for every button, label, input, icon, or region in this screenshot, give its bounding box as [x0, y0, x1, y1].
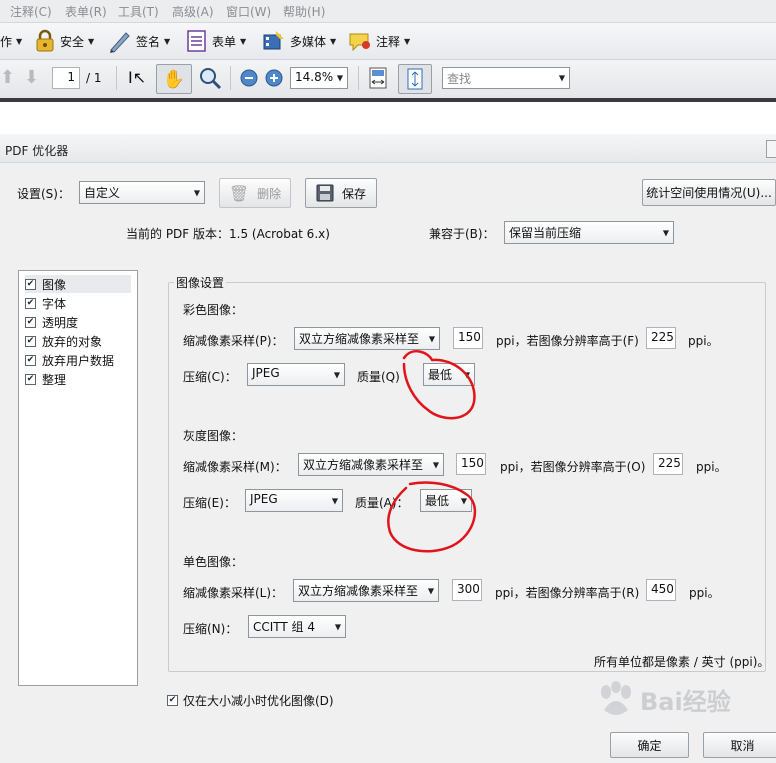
- annotation-overlay: [387, 350, 477, 553]
- red-annotation-circle: [402, 350, 476, 420]
- red-annotation-circle: [387, 481, 477, 553]
